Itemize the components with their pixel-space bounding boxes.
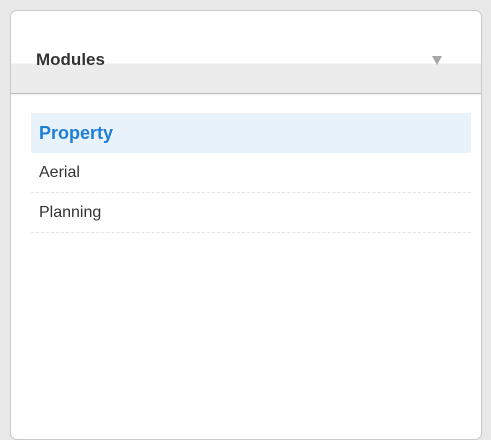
modules-panel: Modules Property Aerial Planning (10, 10, 482, 440)
module-item-property[interactable]: Property (31, 113, 471, 153)
module-list: Property Aerial Planning (31, 113, 471, 233)
panel-title: Modules (36, 50, 105, 69)
panel-header: Modules (11, 11, 481, 94)
module-item-aerial[interactable]: Aerial (31, 153, 471, 193)
collapse-toggle-button[interactable] (427, 49, 449, 71)
chevron-down-icon (432, 56, 442, 65)
module-item-planning[interactable]: Planning (31, 193, 471, 233)
